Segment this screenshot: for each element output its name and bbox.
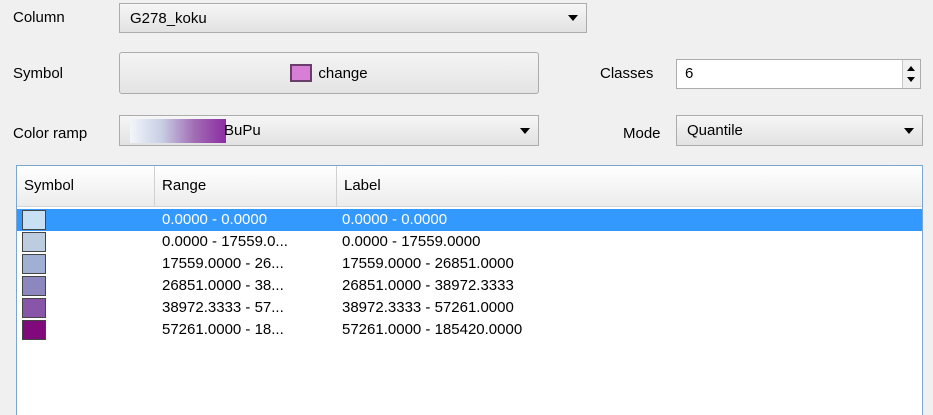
- range-cell[interactable]: 57261.0000 - 18...: [162, 319, 284, 341]
- class-color-swatch[interactable]: [22, 320, 46, 340]
- range-cell[interactable]: 0.0000 - 0.0000: [162, 209, 267, 231]
- label-cell[interactable]: 0.0000 - 0.0000: [342, 209, 447, 231]
- label-cell[interactable]: 57261.0000 - 185420.0000: [342, 319, 522, 341]
- classes-spinbox[interactable]: 6: [676, 59, 921, 89]
- color-ramp-value: BuPu: [224, 122, 261, 139]
- header-range[interactable]: Range: [155, 166, 337, 206]
- table-header: Symbol Range Label: [17, 166, 922, 207]
- range-cell[interactable]: 26851.0000 - 38...: [162, 275, 284, 297]
- symbol-button-label: change: [318, 64, 368, 82]
- header-symbol[interactable]: Symbol: [17, 166, 155, 206]
- color-ramp-select[interactable]: BuPu: [119, 115, 539, 146]
- table-row[interactable]: 17559.0000 - 26... 17559.0000 - 26851.00…: [17, 253, 922, 275]
- spin-down-icon[interactable]: [907, 77, 915, 82]
- table-row[interactable]: 0.0000 - 0.0000 0.0000 - 0.0000: [17, 209, 922, 231]
- classes-label: Classes: [600, 65, 654, 82]
- spin-buttons[interactable]: [902, 60, 920, 88]
- color-ramp-preview: [130, 119, 226, 143]
- class-color-swatch[interactable]: [22, 254, 46, 274]
- symbol-swatch-icon: [290, 64, 313, 82]
- chevron-down-icon[interactable]: [896, 116, 922, 145]
- table-row[interactable]: 26851.0000 - 38... 26851.0000 - 38972.33…: [17, 275, 922, 297]
- mode-select[interactable]: Quantile: [676, 115, 923, 146]
- label-cell[interactable]: 38972.3333 - 57261.0000: [342, 297, 514, 319]
- table-row[interactable]: 0.0000 - 17559.0... 0.0000 - 17559.0000: [17, 231, 922, 253]
- range-cell[interactable]: 0.0000 - 17559.0...: [162, 231, 288, 253]
- chevron-down-icon[interactable]: [560, 4, 586, 32]
- table-row[interactable]: 57261.0000 - 18... 57261.0000 - 185420.0…: [17, 319, 922, 341]
- classes-value[interactable]: 6: [685, 60, 693, 88]
- label-cell[interactable]: 17559.0000 - 26851.0000: [342, 253, 514, 275]
- range-cell[interactable]: 38972.3333 - 57...: [162, 297, 284, 319]
- range-cell[interactable]: 17559.0000 - 26...: [162, 253, 284, 275]
- column-select[interactable]: G278_koku: [119, 3, 587, 33]
- class-color-swatch[interactable]: [22, 298, 46, 318]
- mode-label: Mode: [623, 125, 661, 142]
- column-label: Column: [13, 9, 65, 26]
- classes-table[interactable]: Symbol Range Label 0.0000 - 0.0000 0.000…: [16, 165, 923, 415]
- label-cell[interactable]: 26851.0000 - 38972.3333: [342, 275, 514, 297]
- class-color-swatch[interactable]: [22, 232, 46, 252]
- header-label[interactable]: Label: [337, 166, 922, 206]
- class-color-swatch[interactable]: [22, 276, 46, 296]
- symbol-change-button[interactable]: change: [119, 52, 539, 94]
- mode-value: Quantile: [687, 122, 743, 139]
- color-ramp-label: Color ramp: [13, 125, 88, 142]
- symbol-label: Symbol: [13, 65, 64, 82]
- label-cell[interactable]: 0.0000 - 17559.0000: [342, 231, 480, 253]
- class-color-swatch[interactable]: [22, 210, 46, 230]
- column-select-value: G278_koku: [130, 10, 207, 27]
- chevron-down-icon[interactable]: [512, 116, 538, 145]
- spin-up-icon[interactable]: [907, 66, 915, 71]
- table-row[interactable]: 38972.3333 - 57... 38972.3333 - 57261.00…: [17, 297, 922, 319]
